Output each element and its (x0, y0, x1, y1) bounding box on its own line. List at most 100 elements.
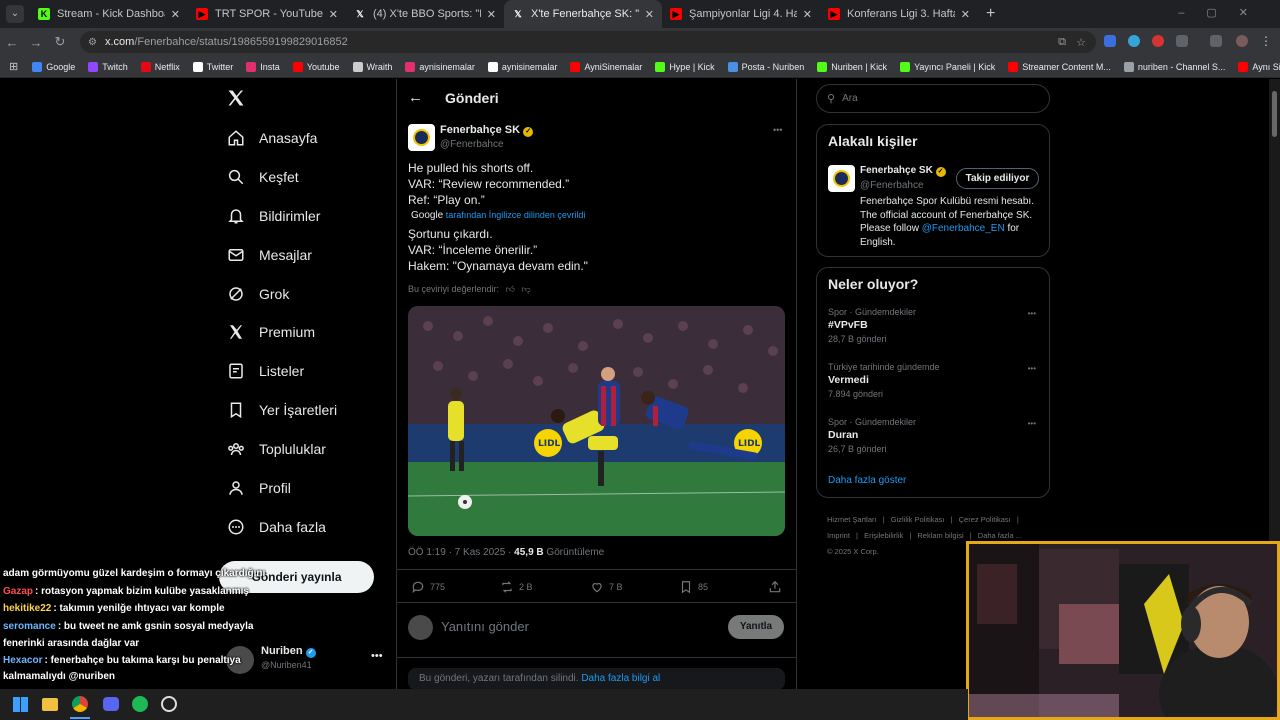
post-media-image[interactable]: LIDL LIDL (408, 306, 785, 536)
bookmark-star-icon[interactable]: ☆ (1076, 36, 1086, 49)
url-bar[interactable]: ⚙ x.com/Fenerbahce/status/19865591998290… (80, 31, 1096, 53)
bookmark-item[interactable]: Posta - Nuriben (727, 61, 804, 72)
author-avatar[interactable] (408, 124, 435, 151)
bio-mention-link[interactable]: @Fenerbahce_EN (922, 223, 1005, 234)
reading-list-icon[interactable] (1210, 35, 1222, 47)
bookmark-item[interactable]: aynisinemalar (487, 61, 557, 72)
new-tab-button[interactable]: + (986, 5, 995, 23)
trend-more-icon[interactable]: ••• (1028, 419, 1036, 428)
bookmark-item[interactable]: Twitch (88, 61, 128, 72)
close-tab-icon[interactable]: ✕ (329, 8, 338, 21)
back-arrow-icon[interactable]: ← (408, 89, 423, 106)
close-tab-icon[interactable]: ✕ (803, 8, 812, 21)
chrome-icon[interactable] (72, 696, 88, 712)
close-tab-icon[interactable]: ✕ (961, 8, 970, 21)
like-action[interactable]: 7 B (590, 580, 623, 594)
footer-link[interactable]: Daha fazla ... (978, 531, 1022, 540)
trend-item[interactable]: Spor · Gündemdekiler Duran 26,7 B gönderi •… (828, 417, 1040, 454)
browser-tab[interactable]: 𝕏 (4) X'te BBO Sports: "Ederson: ✕ (346, 0, 504, 28)
sidebar-item-mesajlar[interactable]: Mesajlar (227, 246, 312, 264)
reply-button[interactable]: Yanıtla (728, 615, 784, 639)
bookmark-item[interactable]: Insta (246, 61, 280, 72)
extension-globe-icon[interactable] (1128, 35, 1140, 47)
trend-item[interactable]: Spor · Gündemdekiler #VPvFB 28,7 B gönderi… (828, 307, 1040, 344)
sidebar-item-ke-fet[interactable]: Keşfet (227, 168, 299, 186)
share-action[interactable] (768, 580, 787, 594)
bookmark-item[interactable]: Google (32, 61, 75, 72)
sidebar-item-daha-fazla[interactable]: Daha fazla (227, 518, 326, 536)
post-more-icon[interactable]: ••• (773, 125, 782, 135)
browser-tab[interactable]: 𝕏 X'te Fenerbahçe SK: "He pulled ✕ (504, 0, 662, 28)
extension-red-icon[interactable] (1152, 35, 1164, 47)
windows-start-icon[interactable] (13, 697, 28, 712)
trend-more-icon[interactable]: ••• (1028, 309, 1036, 318)
bookmark-item[interactable]: Hype | Kick (655, 61, 715, 72)
reply-action[interactable]: 775 (411, 580, 445, 594)
thumbs-down-icon[interactable]: 👎︎ (521, 284, 530, 294)
bookmark-item[interactable]: Youtube (292, 61, 340, 72)
install-app-icon[interactable]: ⧉ (1058, 36, 1066, 49)
close-tab-icon[interactable]: ✕ (171, 8, 180, 21)
footer-link[interactable]: Imprint (827, 531, 850, 540)
sidebar-item-grok[interactable]: Grok (227, 285, 289, 303)
footer-link[interactable]: Gizlilik Politikası (891, 515, 945, 524)
site-info-icon[interactable]: ⚙ (88, 37, 97, 48)
obs-icon[interactable] (161, 696, 177, 712)
deleted-learn-more-link[interactable]: Daha fazla bilgi al (581, 673, 660, 684)
discord-icon[interactable] (103, 697, 119, 711)
search-input[interactable]: ⚲ Ara (816, 84, 1050, 113)
bookmark-action[interactable]: 85 (679, 580, 708, 594)
bookmark-item[interactable]: AyniSinemalar (570, 61, 642, 72)
back-button[interactable]: ← (0, 35, 24, 50)
browser-menu-icon[interactable]: ⋮ (1260, 34, 1272, 48)
account-more-icon[interactable]: ••• (371, 650, 383, 662)
profile-avatar[interactable] (1236, 35, 1248, 47)
related-avatar[interactable] (828, 165, 855, 192)
thumbs-up-icon[interactable]: 👍︎ (506, 284, 515, 294)
x-logo[interactable] (226, 88, 246, 113)
footer-link[interactable]: Çerez Politikası (959, 515, 1011, 524)
close-tab-icon[interactable]: ✕ (645, 8, 654, 21)
file-explorer-icon[interactable] (42, 698, 58, 711)
bookmark-item[interactable]: Aynı Sinemalar - Ça... (1238, 61, 1280, 72)
author-name[interactable]: Fenerbahçe SK ✓ (440, 124, 534, 137)
forward-button[interactable]: → (24, 35, 48, 50)
sidebar-item-listeler[interactable]: Listeler (227, 362, 304, 380)
sidebar-item-bildirimler[interactable]: Bildirimler (227, 207, 320, 225)
spotify-icon[interactable] (132, 696, 148, 712)
browser-tab[interactable]: ▶ Konferans Ligi 3. Hafta | Samsu ✕ (820, 0, 978, 28)
reply-input[interactable]: Yanıtını gönder (441, 619, 529, 634)
bookmark-item[interactable]: Yayıncı Paneli | Kick (900, 61, 995, 72)
bookmark-item[interactable]: Wraith (352, 61, 392, 72)
tab-search-button[interactable]: ⌄ (6, 5, 24, 23)
sidebar-item-anasayfa[interactable]: Anasayfa (227, 129, 317, 147)
sidebar-item-profil[interactable]: Profil (227, 479, 291, 497)
apps-grid-icon[interactable]: ⊞ (9, 60, 18, 73)
browser-tab[interactable]: ▶ Şampiyonlar Ligi 4. Hafta | Club ✕ (662, 0, 820, 28)
extension-shield-icon[interactable] (1104, 35, 1116, 47)
trend-item[interactable]: Türkiye tarihinde gündemde Vermedi 7.894 g… (828, 362, 1040, 399)
reload-button[interactable]: ↻ (48, 34, 72, 50)
related-name[interactable]: Fenerbahçe SK ✓ (860, 165, 946, 177)
bookmark-item[interactable]: nuriben - Channel S... (1123, 61, 1225, 72)
following-button[interactable]: Takip ediliyor (956, 168, 1039, 189)
bookmark-item[interactable]: Netflix (140, 61, 180, 72)
bookmark-item[interactable]: Twitter (192, 61, 233, 72)
bookmark-item[interactable]: Streamer Content M... (1008, 61, 1111, 72)
window-controls[interactable]: –▢✕ (1178, 6, 1270, 19)
close-tab-icon[interactable]: ✕ (487, 8, 496, 21)
extensions-puzzle-icon[interactable] (1176, 35, 1188, 47)
bookmark-item[interactable]: aynisinemalar (405, 61, 475, 72)
sidebar-item-topluluklar[interactable]: Topluluklar (227, 440, 326, 458)
post-timestamp[interactable]: ÖÖ 1:19 · 7 Kas 2025 · (408, 547, 511, 558)
sidebar-item-yer-i-aretleri[interactable]: Yer İşaretleri (227, 401, 337, 419)
footer-link[interactable]: Hizmet Şartları (827, 515, 877, 524)
browser-tab[interactable]: K Stream - Kick Dashboard ✕ (30, 0, 188, 28)
sidebar-item-premium[interactable]: Premium (227, 323, 315, 341)
repost-action[interactable]: 2 B (500, 580, 533, 594)
browser-tab[interactable]: ▶ TRT SPOR - YouTube ✕ (188, 0, 346, 28)
footer-link[interactable]: Reklam bilgisi (917, 531, 963, 540)
footer-link[interactable]: Erişilebilirlik (864, 531, 903, 540)
trend-more-icon[interactable]: ••• (1028, 364, 1036, 373)
bookmark-item[interactable]: Nuriben | Kick (817, 61, 887, 72)
